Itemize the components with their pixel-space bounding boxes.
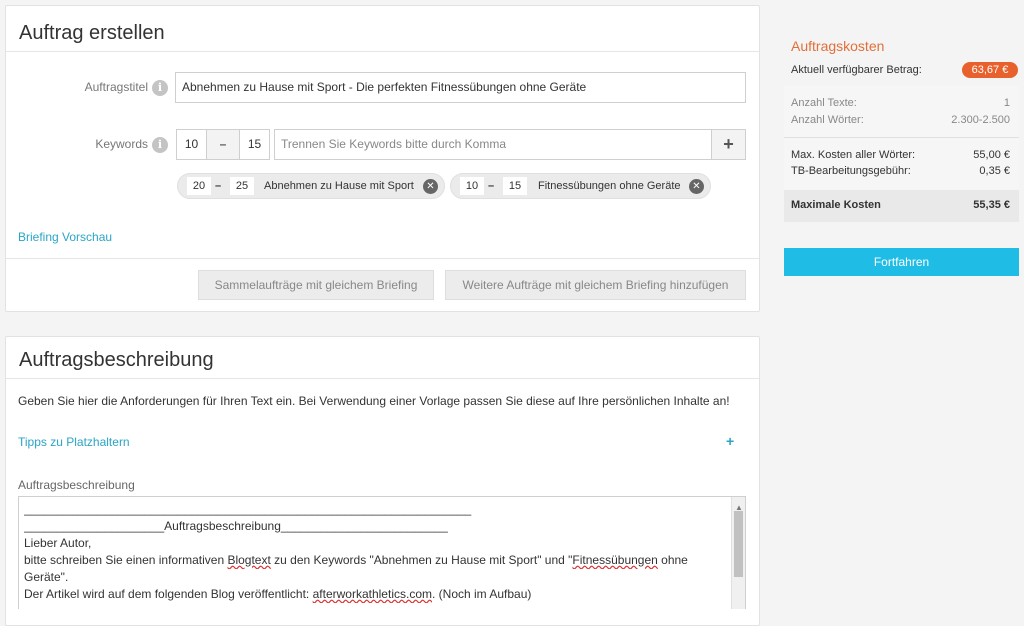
tag-label: Fitnessübungen ohne Geräte [538,180,681,192]
placeholder-tips-link[interactable]: Tipps zu Platzhaltern [18,435,130,449]
tag-min[interactable]: 10 [460,177,484,195]
tag-dash: – [488,180,495,192]
text-line: Der Artikel wird auf dem folgenden Blog … [24,587,532,601]
keyword-input[interactable]: Trennen Sie Keywords bitte durch Komma [274,129,712,160]
title-label: Auftragstitel [84,80,148,95]
tag-dash: – [215,180,222,192]
keyword-tag: 20 – 25 Abnehmen zu Hause mit Sport ✕ [177,173,445,199]
scrollbar-thumb[interactable] [734,511,743,577]
order-card-title: Auftrag erstellen [6,6,759,52]
bulk-orders-button[interactable]: Sammelaufträge mit gleichem Briefing [198,270,434,300]
info-icon[interactable]: i [152,137,168,153]
kw-max-input[interactable]: 15 [239,129,270,160]
kw-min-input[interactable]: 10 [176,129,207,160]
text-line: Lieber Autor, [24,536,92,550]
text-line: ________________________________________… [24,502,472,516]
available-label: Aktuell verfügbarer Betrag: [791,64,922,76]
tag-max[interactable]: 25 [230,177,254,195]
description-intro: Geben Sie hier die Anforderungen für Ihr… [18,394,730,408]
keyword-tag: 10 – 15 Fitnessübungen ohne Geräte ✕ [450,173,711,199]
briefing-preview-link[interactable]: Briefing Vorschau [18,230,112,244]
info-icon[interactable]: i [152,80,168,96]
title-input[interactable]: Abnehmen zu Hause mit Sport - Die perfek… [175,72,746,103]
text-line: _____________________Auftragsbeschreibun… [24,519,448,533]
remove-tag-icon[interactable]: ✕ [689,179,704,194]
description-field-label: Auftragsbeschreibung [18,478,135,492]
tag-label: Abnehmen zu Hause mit Sport [264,180,414,192]
divider [6,258,759,259]
expand-tips-icon[interactable]: + [726,433,734,449]
description-textarea[interactable]: ________________________________________… [18,496,746,609]
title-label-row: Auftragstitel i [60,80,168,96]
textarea-scrollbar[interactable]: ▲ [731,497,745,609]
remove-tag-icon[interactable]: ✕ [423,179,438,194]
description-card-title: Auftragsbeschreibung [6,337,759,379]
continue-button[interactable]: Fortfahren [784,248,1019,276]
keywords-label-row: Keywords i [60,137,168,153]
text-line: Geräte". [24,570,69,584]
kw-range-dash: – [206,129,240,160]
costs-title: Auftragskosten [791,38,885,54]
add-keyword-button[interactable]: + [711,129,746,160]
tag-min[interactable]: 20 [187,177,211,195]
keywords-label: Keywords [95,137,148,152]
add-more-orders-button[interactable]: Weitere Aufträge mit gleichem Briefing h… [445,270,746,300]
available-amount-badge: 63,67 € [962,62,1018,78]
text-line: bitte schreiben Sie einen informativen B… [24,553,688,567]
tag-max[interactable]: 15 [503,177,527,195]
